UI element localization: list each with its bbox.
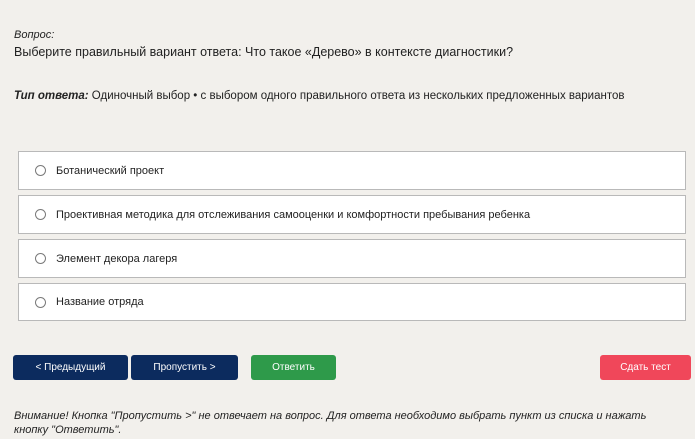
answer-option-2[interactable]: Проективная методика для отслеживания са… — [18, 195, 686, 234]
answer-type-label: Тип ответа: — [14, 90, 89, 102]
previous-button[interactable]: < Предыдущий — [13, 355, 128, 380]
radio-button[interactable] — [35, 165, 46, 176]
quiz-page: Вопрос: Выберите правильный вариант отве… — [0, 0, 695, 439]
finish-test-button[interactable]: Сдать тест — [600, 355, 691, 380]
radio-button[interactable] — [35, 209, 46, 220]
question-text: Выберите правильный вариант ответа: Что … — [14, 45, 514, 59]
radio-button[interactable] — [35, 253, 46, 264]
question-label: Вопрос: — [14, 29, 55, 41]
answer-button[interactable]: Ответить — [251, 355, 336, 380]
answer-option-4[interactable]: Название отряда — [18, 283, 686, 321]
answer-type: Тип ответа: Одиночный выбор • с выбором … — [14, 90, 624, 102]
skip-button[interactable]: Пропустить > — [131, 355, 238, 380]
answer-type-value: Одиночный выбор • с выбором одного прави… — [91, 90, 625, 102]
answer-option-label: Ботанический проект — [56, 164, 165, 177]
answer-option-label: Элемент декора лагеря — [56, 252, 178, 265]
answer-options-list: Ботанический проект Проективная методика… — [18, 151, 686, 326]
answer-option-3[interactable]: Элемент декора лагеря — [18, 239, 686, 278]
answer-option-1[interactable]: Ботанический проект — [18, 151, 686, 190]
answer-option-label: Проективная методика для отслеживания са… — [56, 208, 531, 221]
skip-warning-notice: Внимание! Кнопка "Пропустить >" не отвеч… — [14, 410, 647, 436]
radio-button[interactable] — [35, 296, 46, 308]
answer-option-label: Название отряда — [56, 296, 144, 308]
